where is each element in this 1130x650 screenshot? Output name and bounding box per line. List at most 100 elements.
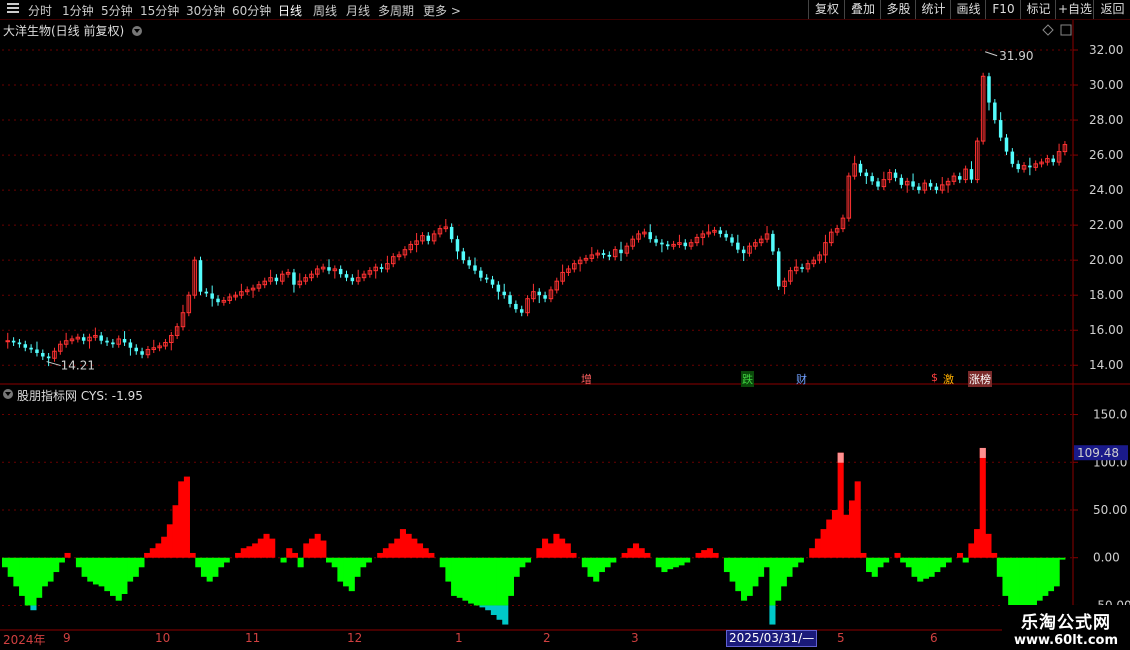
- indicator-bar: [41, 557, 48, 587]
- indicator-bar: [257, 538, 264, 558]
- candle-body: [502, 291, 506, 296]
- candle-body: [128, 342, 133, 348]
- candle-body: [771, 233, 775, 252]
- indicator-bar: [263, 533, 270, 558]
- indicator-bar: [729, 557, 736, 582]
- indicator-bar: [121, 557, 128, 594]
- indicator-bar: [2, 557, 9, 568]
- indicator-bar: [786, 557, 793, 577]
- indicator-bar: [672, 557, 679, 568]
- candle-body: [607, 254, 612, 257]
- candle-body: [870, 176, 874, 182]
- indicator-bar: [1053, 557, 1060, 587]
- indicator-bar: [928, 557, 935, 577]
- indicator-bar: [1030, 557, 1037, 606]
- indicator-bar: [24, 557, 31, 606]
- indicator-bar: [1036, 557, 1043, 601]
- indicator-bar: [110, 557, 117, 596]
- candle-body: [934, 186, 939, 191]
- indicator-bar: [360, 557, 367, 568]
- candle-body: [350, 277, 355, 282]
- event-marker-4[interactable]: 激: [942, 371, 955, 387]
- stock-title[interactable]: 大洋生物(日线 前复权): [3, 22, 143, 39]
- price-tick-label: 24.00: [1089, 183, 1123, 197]
- candle-body: [46, 356, 51, 359]
- indicator-bar: [968, 543, 975, 558]
- indicator-bar: [297, 557, 304, 568]
- indicator-bar: [593, 557, 600, 582]
- candle-body: [479, 270, 483, 278]
- candle-body: [11, 340, 16, 343]
- indicator-bar: [678, 557, 685, 566]
- indicator-bar: [422, 548, 429, 558]
- indicator-bar: [132, 557, 139, 577]
- indicator-bar: [200, 557, 208, 577]
- candle-body: [537, 291, 542, 296]
- price-tick-label: 16.00: [1089, 323, 1123, 337]
- indicator-bar: [991, 552, 998, 558]
- brand-watermark: 乐淘公式网 www.60lt.com: [1002, 605, 1130, 650]
- event-marker-0[interactable]: 增: [580, 371, 593, 387]
- indicator-tick-label: 50.00: [1093, 503, 1127, 517]
- indicator-bar: [934, 557, 941, 573]
- indicator-bar: [854, 481, 861, 558]
- indicator-bar: [507, 557, 515, 596]
- indicator-bar: [144, 552, 151, 558]
- indicator-bar-peak: [837, 452, 844, 463]
- indicator-bar: [485, 557, 492, 606]
- indicator-bar-deep: [490, 605, 497, 615]
- panel-toggle-icon: [1060, 24, 1072, 36]
- indicator-bar: [706, 548, 713, 558]
- indicator-bar: [166, 524, 173, 558]
- candle-body: [998, 120, 1003, 138]
- brand-url: www.60lt.com: [1013, 633, 1119, 648]
- candle-body: [730, 237, 734, 243]
- event-marker-1[interactable]: 跌: [741, 371, 754, 387]
- indicator-bar: [92, 557, 100, 585]
- date-month-label: 12: [347, 631, 363, 645]
- indicator-bar: [115, 557, 122, 601]
- indicator-bar: [701, 550, 708, 558]
- indicator-bar: [610, 557, 617, 563]
- candle-body: [81, 337, 86, 341]
- indicator-bar: [280, 557, 287, 563]
- candle-body: [864, 172, 869, 177]
- candle-body: [379, 267, 384, 269]
- candle-body: [111, 342, 115, 345]
- candle-body: [1028, 165, 1032, 168]
- candle-body: [928, 183, 933, 187]
- indicator-bar: [58, 557, 65, 563]
- indicator-bar: [377, 552, 384, 558]
- indicator-bar: [911, 557, 918, 577]
- event-marker-2[interactable]: 财: [795, 371, 808, 387]
- indicator-bar: [542, 538, 549, 558]
- indicator-bar: [564, 543, 571, 558]
- candle-body: [654, 239, 658, 243]
- stock-title-text: 大洋生物(日线 前复权): [3, 24, 125, 38]
- indicator-bar: [64, 552, 71, 558]
- candle-body: [987, 76, 991, 103]
- date-month-label: 2: [543, 631, 551, 645]
- indicator-bar-deep: [496, 605, 503, 620]
- event-marker-3[interactable]: $: [930, 371, 939, 384]
- indicator-bar: [189, 552, 196, 558]
- indicator-bar: [411, 538, 418, 558]
- indicator-bar: [644, 552, 651, 558]
- indicator-bar: [740, 557, 748, 601]
- indicator-dropdown-icon[interactable]: [3, 389, 13, 399]
- title-dropdown-icon[interactable]: [132, 26, 143, 36]
- indicator-bar: [286, 548, 293, 558]
- event-marker-5[interactable]: 涨榜: [968, 371, 992, 387]
- indicator-bar: [1059, 557, 1066, 560]
- indicator-bar: [604, 557, 611, 568]
- indicator-bar: [178, 481, 185, 558]
- indicator-bar: [183, 476, 190, 558]
- indicator-bar: [758, 557, 765, 577]
- candle-body: [508, 295, 512, 304]
- price-tick-label: 30.00: [1089, 78, 1123, 92]
- candle-body: [1016, 163, 1020, 170]
- candle-body: [519, 309, 524, 313]
- candle-body: [736, 242, 740, 250]
- indicator-bar: [172, 505, 179, 558]
- indicator-bar: [291, 552, 298, 558]
